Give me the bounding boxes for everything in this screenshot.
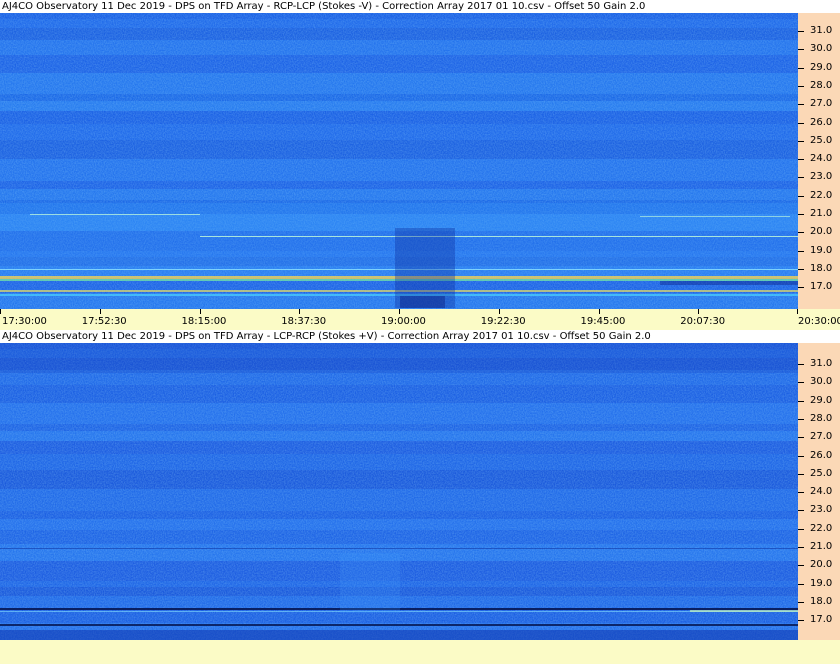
- time-tick: [598, 309, 600, 314]
- freq-label: 26.0: [810, 449, 833, 461]
- freq-tick: [798, 382, 804, 384]
- time-label: 19:45:00: [580, 316, 626, 327]
- freq-tick: [798, 250, 804, 252]
- freq-label: 20.0: [810, 226, 833, 238]
- freq-tick: [798, 547, 804, 548]
- freq-label: 21.0: [810, 208, 833, 219]
- time-tick: [797, 309, 798, 314]
- time-label: 18:37:30: [281, 316, 327, 327]
- time-label: 19:00:00: [381, 316, 426, 327]
- freq-label: 25.0: [810, 134, 833, 146]
- freq-label: 26.0: [810, 116, 833, 128]
- freq-label: 19.0: [810, 244, 833, 256]
- time-label: 17:52:30: [81, 316, 127, 327]
- freq-label: 29.0: [810, 61, 833, 73]
- freq-tick: [798, 104, 804, 106]
- freq-tick: [798, 418, 804, 420]
- spectrogram-lcp-rcp: [0, 343, 798, 640]
- frequency-axis-top: 31.0 30.0 29.0 28.0 27.0 26.0 25.0 24.0 23.0 22.0…: [798, 13, 840, 309]
- freq-tick: [798, 583, 804, 585]
- freq-label: 30.0: [810, 43, 833, 55]
- freq-label: 24.0: [810, 153, 833, 165]
- freq-label: 23.0: [810, 504, 833, 516]
- freq-tick: [798, 455, 804, 457]
- freq-label: 18.0: [810, 595, 833, 607]
- freq-label: 28.0: [810, 412, 833, 424]
- freq-tick: [798, 473, 804, 475]
- spectrogram-image: [0, 343, 798, 640]
- bottom-time-strip: [0, 640, 840, 664]
- time-tick: [199, 309, 201, 314]
- freq-tick: [798, 437, 804, 439]
- freq-tick: [798, 232, 804, 234]
- time-tick: [99, 309, 101, 314]
- freq-tick: [798, 528, 804, 530]
- freq-tick: [798, 268, 804, 270]
- freq-label: 24.0: [810, 486, 833, 498]
- time-tick: [0, 309, 1, 314]
- freq-tick: [798, 67, 804, 69]
- time-tick: [498, 309, 500, 314]
- freq-tick: [798, 177, 804, 179]
- freq-label: 18.0: [810, 262, 833, 274]
- freq-label: 27.0: [810, 431, 833, 443]
- freq-tick: [798, 31, 804, 32]
- time-label: 20:30:00: [798, 316, 840, 327]
- freq-label: 27.0: [810, 98, 833, 110]
- freq-label: 23.0: [810, 171, 833, 183]
- spectrogram-image: [0, 13, 798, 309]
- frequency-axis-bottom: 31.0 30.0 29.0 28.0 27.0 26.0 25.0 24.0 23.0 22.0…: [798, 343, 840, 640]
- time-label: 18:15:00: [181, 316, 227, 327]
- freq-tick: [798, 400, 804, 402]
- freq-label: 25.0: [810, 467, 833, 479]
- freq-tick: [798, 195, 804, 197]
- freq-tick: [798, 510, 804, 512]
- freq-tick: [798, 140, 804, 142]
- freq-tick: [798, 620, 804, 622]
- freq-tick: [798, 601, 804, 603]
- freq-label: 17.0: [810, 614, 833, 626]
- time-label: 17:30:00: [2, 316, 47, 327]
- freq-label: 29.0: [810, 394, 833, 406]
- freq-label: 20.0: [810, 559, 833, 571]
- time-tick: [698, 309, 700, 314]
- time-label: 20:07:30: [680, 316, 726, 327]
- freq-label: 21.0: [810, 541, 833, 552]
- freq-label: 31.0: [810, 25, 833, 36]
- freq-label: 17.0: [810, 281, 833, 293]
- freq-tick: [798, 565, 804, 567]
- freq-label: 30.0: [810, 376, 833, 388]
- freq-tick: [798, 492, 804, 494]
- freq-label: 31.0: [810, 358, 833, 369]
- freq-tick: [798, 85, 804, 87]
- freq-tick: [798, 159, 804, 161]
- freq-tick: [798, 364, 804, 365]
- panel-2-title: AJ4CO Observatory 11 Dec 2019 - DPS on T…: [0, 330, 840, 343]
- freq-label: 22.0: [810, 189, 833, 201]
- freq-tick: [798, 214, 804, 215]
- freq-tick: [798, 122, 804, 124]
- panel-1-title: AJ4CO Observatory 11 Dec 2019 - DPS on T…: [0, 0, 840, 13]
- freq-label: 28.0: [810, 79, 833, 91]
- freq-tick: [798, 49, 804, 51]
- time-tick: [299, 309, 301, 314]
- time-axis: 17:30:00 17:52:30 18:15:00 18:37:30 19:00:00…: [0, 309, 840, 330]
- spectrogram-rcp-lcp: [0, 13, 798, 309]
- time-tick: [399, 309, 400, 314]
- freq-label: 22.0: [810, 522, 833, 534]
- freq-label: 19.0: [810, 577, 833, 589]
- freq-tick: [798, 287, 804, 289]
- time-label: 19:22:30: [480, 316, 526, 327]
